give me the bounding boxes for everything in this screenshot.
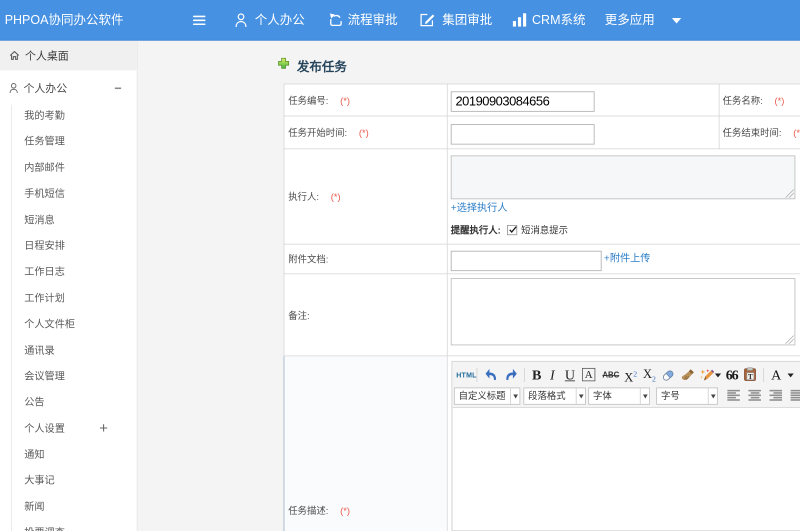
svg-text:T: T [748,373,753,381]
